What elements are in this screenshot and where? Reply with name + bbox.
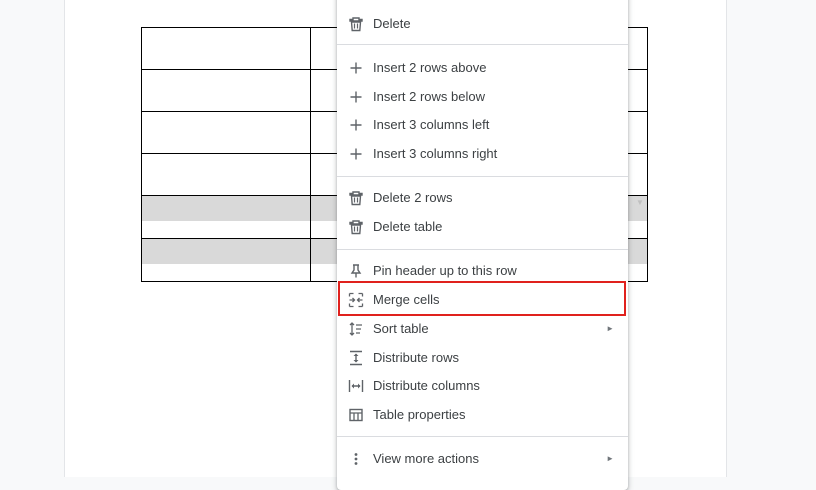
- distribute-rows-icon: [348, 350, 364, 366]
- plus-icon: [348, 89, 364, 105]
- menu-divider: [337, 436, 628, 437]
- menu-item-label: Distribute rows: [373, 350, 459, 365]
- menu-item-view-more-actions[interactable]: View more actions ►: [337, 444, 628, 473]
- menu-divider: [337, 44, 628, 45]
- cell-dropdown-arrow-icon[interactable]: ▼: [635, 198, 645, 208]
- menu-item-insert-rows-above[interactable]: Insert 2 rows above: [337, 53, 628, 82]
- table-cell[interactable]: [141, 238, 311, 282]
- menu-item-label: Table properties: [373, 407, 466, 422]
- menu-item-distribute-rows[interactable]: Distribute rows: [337, 343, 628, 372]
- menu-item-label: Delete 2 rows: [373, 190, 453, 205]
- menu-item-delete-rows[interactable]: Delete 2 rows: [337, 183, 628, 212]
- plus-icon: [348, 146, 364, 162]
- menu-item-label: Delete: [373, 16, 411, 31]
- selection-highlight: [142, 239, 310, 264]
- table-cell[interactable]: [141, 111, 311, 154]
- trash-icon: [348, 219, 364, 235]
- table-context-menu: Delete Insert 2 rows above Insert 2 rows…: [337, 0, 628, 490]
- merge-cells-highlight-box: [338, 281, 626, 316]
- table-icon: [348, 407, 364, 423]
- table-cell[interactable]: [141, 27, 311, 70]
- pin-icon: [348, 263, 364, 279]
- menu-item-table-properties[interactable]: Table properties: [337, 400, 628, 429]
- menu-item-label: Insert 3 columns left: [373, 117, 490, 132]
- selection-highlight: [142, 196, 310, 221]
- table-cell[interactable]: [141, 195, 311, 239]
- table-cell[interactable]: [141, 153, 311, 196]
- menu-item-delete[interactable]: Delete: [337, 9, 628, 38]
- menu-item-sort-table[interactable]: Sort table ►: [337, 314, 628, 343]
- menu-item-label: Pin header up to this row: [373, 263, 517, 278]
- menu-divider: [337, 249, 628, 250]
- menu-divider: [337, 176, 628, 177]
- menu-item-distribute-columns[interactable]: Distribute columns: [337, 371, 628, 400]
- plus-icon: [348, 117, 364, 133]
- submenu-arrow-icon: ►: [606, 454, 614, 463]
- menu-item-label: Insert 2 rows below: [373, 89, 485, 104]
- plus-icon: [348, 60, 364, 76]
- menu-item-label: Insert 2 rows above: [373, 60, 487, 75]
- menu-item-delete-table[interactable]: Delete table: [337, 212, 628, 241]
- submenu-arrow-icon: ►: [606, 324, 614, 333]
- menu-item-label: Insert 3 columns right: [373, 146, 498, 161]
- menu-item-insert-columns-left[interactable]: Insert 3 columns left: [337, 110, 628, 139]
- menu-item-label: Sort table: [373, 321, 429, 336]
- menu-item-label: Delete table: [373, 219, 443, 234]
- menu-item-insert-columns-right[interactable]: Insert 3 columns right: [337, 139, 628, 168]
- trash-icon: [348, 16, 364, 32]
- menu-item-label: View more actions: [373, 451, 479, 466]
- menu-item-label: Distribute columns: [373, 378, 480, 393]
- distribute-columns-icon: [348, 378, 364, 394]
- menu-item-insert-rows-below[interactable]: Insert 2 rows below: [337, 82, 628, 111]
- trash-icon: [348, 190, 364, 206]
- table-cell[interactable]: [141, 69, 311, 112]
- sort-icon: [348, 321, 364, 337]
- more-vert-icon: [348, 451, 364, 467]
